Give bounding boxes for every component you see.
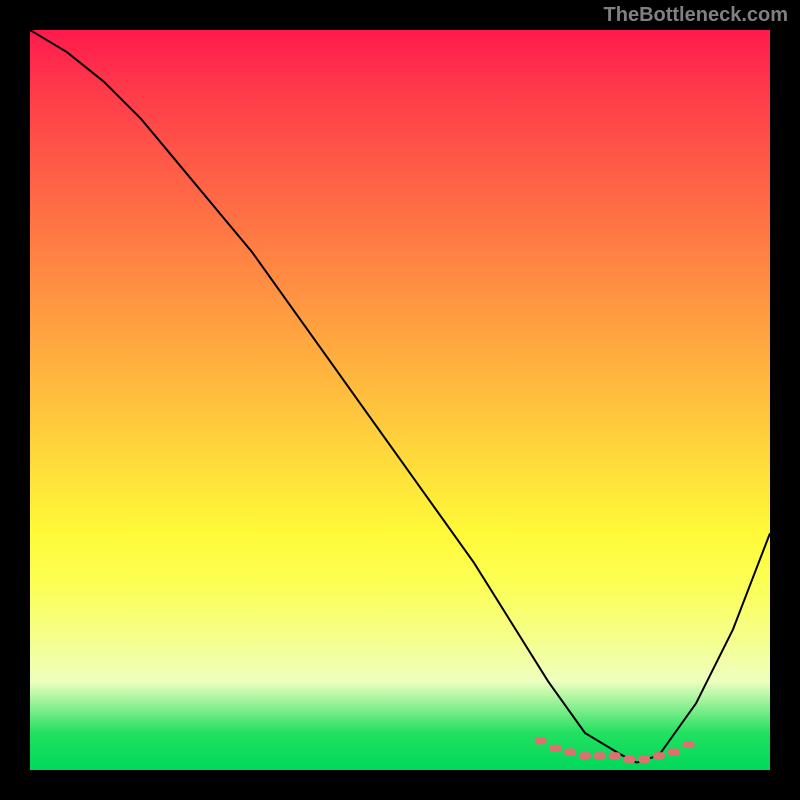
bottleneck-curve [30, 30, 770, 770]
watermark-label: TheBottleneck.com [604, 4, 788, 27]
chart-plot-area [30, 30, 770, 770]
